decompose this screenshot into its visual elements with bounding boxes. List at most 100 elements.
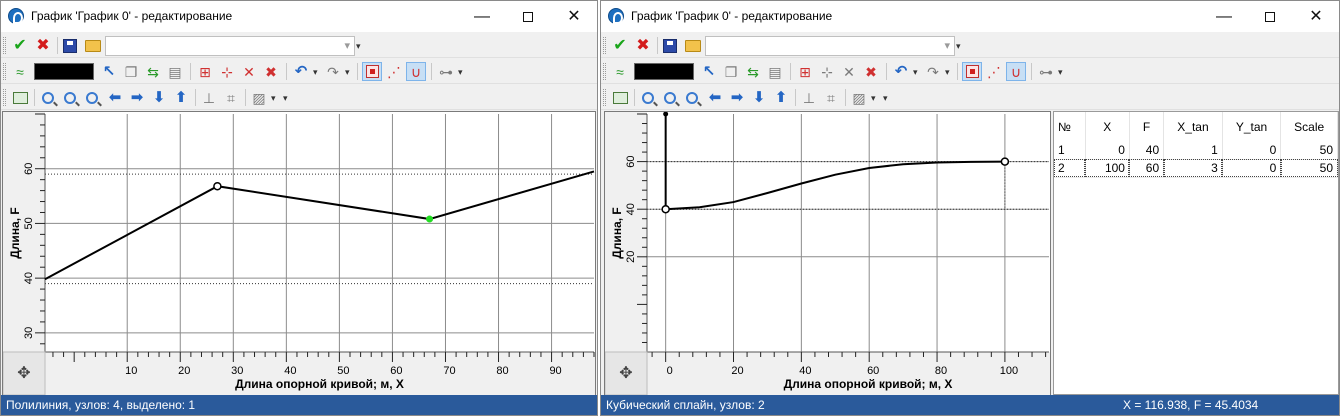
toolbar-grip[interactable] xyxy=(603,63,606,80)
table-cell[interactable]: 0 xyxy=(1085,141,1130,160)
toolbar-overflow-icon[interactable]: ▾ xyxy=(956,41,961,52)
delete-curve-button[interactable]: ✖ xyxy=(861,62,881,81)
redo-button[interactable]: ↷ xyxy=(923,62,943,81)
column-header[interactable]: № xyxy=(1054,112,1086,141)
align-dropdown-icon[interactable]: ▾ xyxy=(458,67,463,78)
table-cell[interactable]: 50 xyxy=(1280,141,1338,160)
copy-button[interactable]: ❐ xyxy=(121,62,141,81)
apply-button[interactable]: ✔ xyxy=(10,36,30,55)
toolbar-grip[interactable] xyxy=(603,89,606,106)
left-plot-area[interactable]: 30 40 50 60 Длина, F 10 20 30 40 50 60 70 80 90 Длина … xyxy=(2,111,596,396)
redo-dropdown-icon[interactable]: ▾ xyxy=(945,67,950,78)
chart-options-dropdown-icon[interactable]: ▾ xyxy=(271,93,276,104)
column-header[interactable]: F xyxy=(1129,112,1165,141)
close-button[interactable]: ✕ xyxy=(1293,1,1339,32)
cancel-button[interactable]: ✖ xyxy=(633,36,653,55)
delete-node-button[interactable]: ✕ xyxy=(239,62,259,81)
maximize-button[interactable] xyxy=(505,1,551,32)
pan-up-button[interactable]: ⬆ xyxy=(771,88,791,107)
maximize-button[interactable] xyxy=(1247,1,1293,32)
paste-button[interactable]: ▤ xyxy=(765,62,785,81)
undo-button[interactable]: ↶ xyxy=(891,62,911,81)
curve-tool-button[interactable]: ≈ xyxy=(610,62,630,81)
show-all-button[interactable] xyxy=(610,88,630,107)
pan-left-button[interactable]: ⬅ xyxy=(105,88,125,107)
table-cell[interactable]: 40 xyxy=(1129,141,1165,160)
curve-tool-button[interactable]: ≈ xyxy=(10,62,30,81)
zoom-in-button[interactable] xyxy=(38,88,58,107)
column-header[interactable]: Y_tan xyxy=(1222,112,1282,141)
table-cell[interactable]: 0 xyxy=(1222,159,1282,178)
align-button[interactable]: ⊶ xyxy=(1036,62,1056,81)
reverse-curve-button[interactable]: ⇆ xyxy=(143,62,163,81)
select-nodes-button[interactable]: ↖ xyxy=(699,62,719,81)
toolbar-grip[interactable] xyxy=(3,37,6,54)
save-button[interactable] xyxy=(660,36,680,55)
table-cell[interactable]: 3 xyxy=(1163,159,1223,178)
snap-nodes-toggle[interactable] xyxy=(362,62,382,81)
chart-options-dropdown-icon[interactable]: ▾ xyxy=(871,93,876,104)
column-header[interactable]: X xyxy=(1085,112,1130,141)
pan-left-button[interactable]: ⬅ xyxy=(705,88,725,107)
grid-button[interactable]: ⌗ xyxy=(821,88,841,107)
table-cell[interactable]: 100 xyxy=(1085,159,1130,178)
paste-button[interactable]: ▤ xyxy=(165,62,185,81)
undo-dropdown-icon[interactable]: ▾ xyxy=(313,67,318,78)
line-color-picker[interactable] xyxy=(634,63,694,80)
pan-down-button[interactable]: ⬇ xyxy=(149,88,169,107)
show-all-button[interactable] xyxy=(10,88,30,107)
grid-button[interactable]: ⌗ xyxy=(221,88,241,107)
align-button[interactable]: ⊶ xyxy=(436,62,456,81)
close-button[interactable]: ✕ xyxy=(551,1,597,32)
pan-right-button[interactable]: ➡ xyxy=(727,88,747,107)
chart-options-button[interactable]: ▨ xyxy=(249,88,269,107)
toolbar-overflow-icon[interactable]: ▾ xyxy=(883,93,888,104)
undo-button[interactable]: ↶ xyxy=(291,62,311,81)
redo-dropdown-icon[interactable]: ▾ xyxy=(345,67,350,78)
minimize-button[interactable]: — xyxy=(459,1,505,32)
graph-selector-combo[interactable] xyxy=(705,36,955,56)
zoom-window-button[interactable] xyxy=(682,88,702,107)
table-row[interactable]: 2 100 60 3 0 50 xyxy=(1054,159,1338,178)
right-graph-canvas[interactable]: 20 40 60 Длина, F 0 20 40 60 80 100 Длина опорной … xyxy=(605,112,1050,395)
pan-right-button[interactable]: ➡ xyxy=(127,88,147,107)
reverse-curve-button[interactable]: ⇆ xyxy=(743,62,763,81)
left-titlebar[interactable]: График 'График 0' - редактирование — ✕ xyxy=(1,1,597,32)
table-cell[interactable]: 50 xyxy=(1280,159,1338,178)
table-cell[interactable]: 1 xyxy=(1163,141,1223,160)
insert-node-button[interactable]: ⊹ xyxy=(217,62,237,81)
tangent-mode-button[interactable]: ⋰ xyxy=(984,62,1004,81)
table-row[interactable]: 1 0 40 1 0 50 xyxy=(1054,141,1338,160)
undo-dropdown-icon[interactable]: ▾ xyxy=(913,67,918,78)
zoom-out-button[interactable] xyxy=(660,88,680,107)
snap-nodes-toggle[interactable] xyxy=(962,62,982,81)
delete-node-button[interactable]: ✕ xyxy=(839,62,859,81)
apply-button[interactable]: ✔ xyxy=(610,36,630,55)
add-node-button[interactable]: ⊞ xyxy=(795,62,815,81)
cancel-button[interactable]: ✖ xyxy=(33,36,53,55)
axes-button[interactable]: ⊥ xyxy=(199,88,219,107)
table-cell[interactable]: 1 xyxy=(1054,141,1086,160)
graph-selector-combo[interactable] xyxy=(105,36,355,56)
zoom-out-button[interactable] xyxy=(60,88,80,107)
toolbar-overflow-icon[interactable]: ▾ xyxy=(283,93,288,104)
table-cell[interactable]: 2 xyxy=(1054,159,1086,178)
left-graph-canvas[interactable]: 30 40 50 60 Длина, F 10 20 30 40 50 60 70 80 90 Длина … xyxy=(3,112,595,395)
align-dropdown-icon[interactable]: ▾ xyxy=(1058,67,1063,78)
redo-button[interactable]: ↷ xyxy=(323,62,343,81)
pan-down-button[interactable]: ⬇ xyxy=(749,88,769,107)
column-header[interactable]: Scale xyxy=(1280,112,1338,141)
copy-button[interactable]: ❐ xyxy=(721,62,741,81)
delete-curve-button[interactable]: ✖ xyxy=(261,62,281,81)
toolbar-grip[interactable] xyxy=(3,89,6,106)
column-header[interactable]: X_tan xyxy=(1163,112,1223,141)
minimize-button[interactable]: — xyxy=(1201,1,1247,32)
open-button[interactable] xyxy=(83,36,103,55)
magnet-toggle[interactable]: ∪ xyxy=(1006,62,1026,81)
axes-button[interactable]: ⊥ xyxy=(799,88,819,107)
right-titlebar[interactable]: График 'График 0' - редактирование — ✕ xyxy=(601,1,1339,32)
select-nodes-button[interactable]: ↖ xyxy=(99,62,119,81)
table-cell[interactable]: 60 xyxy=(1129,159,1165,178)
insert-node-button[interactable]: ⊹ xyxy=(817,62,837,81)
toolbar-grip[interactable] xyxy=(3,63,6,80)
